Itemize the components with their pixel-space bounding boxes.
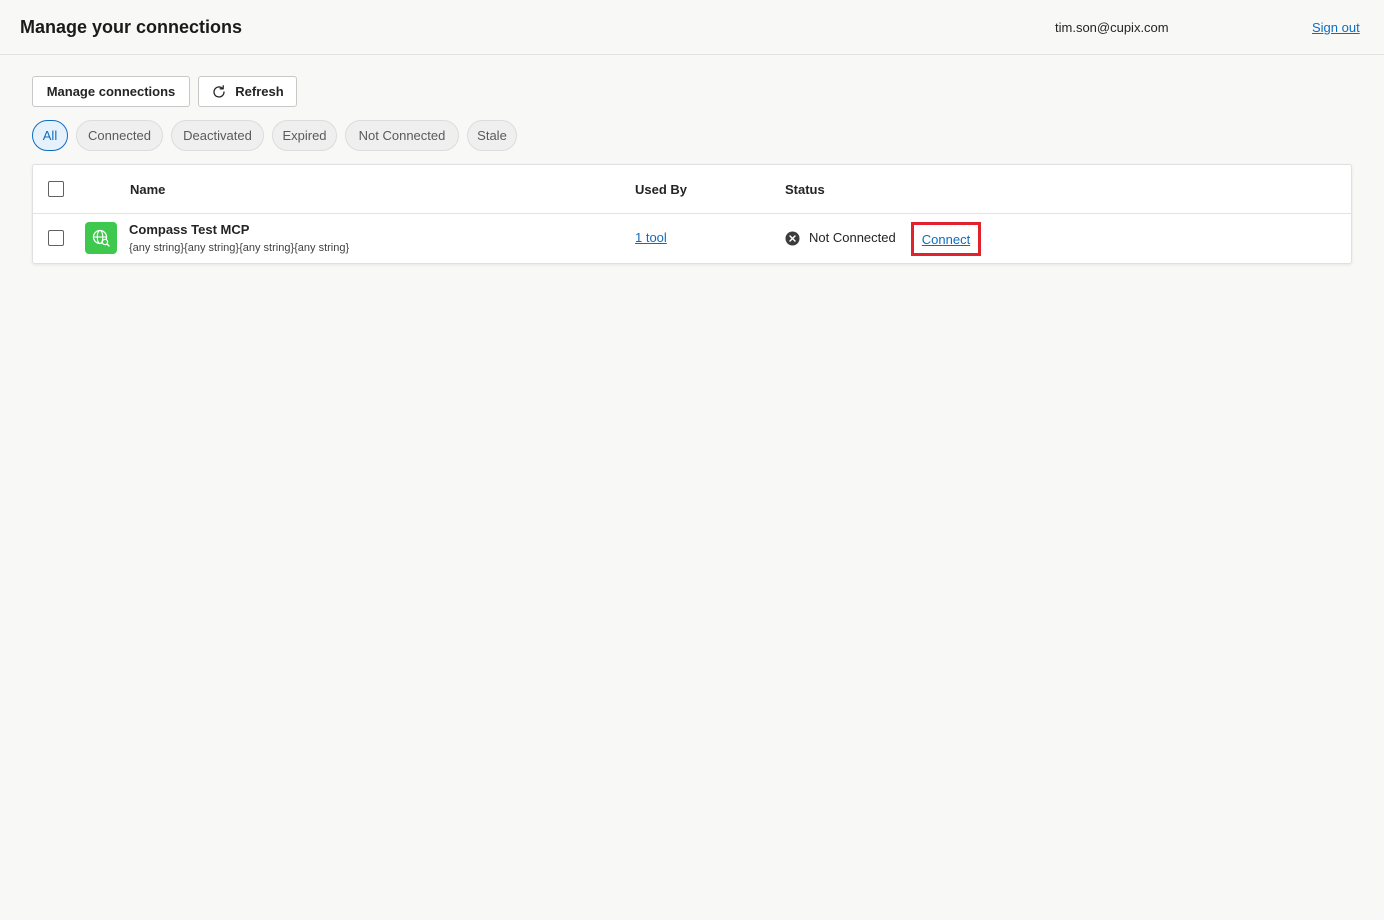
connect-label: Connect xyxy=(921,231,971,247)
column-header-used-by[interactable]: Used By xyxy=(635,182,687,197)
filter-connected[interactable]: Connected xyxy=(76,120,163,151)
refresh-label: Refresh xyxy=(235,84,284,99)
sign-out-link[interactable]: Sign out xyxy=(1312,20,1360,35)
table-row: Compass Test MCP {any string}{any string… xyxy=(33,214,1351,263)
connect-link[interactable]: Connect xyxy=(911,222,981,256)
table-header: Name Used By Status xyxy=(33,165,1351,214)
not-connected-icon xyxy=(785,231,800,246)
filter-deactivated[interactable]: Deactivated xyxy=(171,120,264,151)
manage-connections-button[interactable]: Manage connections xyxy=(32,76,190,107)
manage-connections-label: Manage connections xyxy=(46,84,176,99)
filter-stale[interactable]: Stale xyxy=(467,120,517,151)
filter-not-connected[interactable]: Not Connected xyxy=(345,120,459,151)
page-title: Manage your connections xyxy=(20,17,243,37)
column-header-status[interactable]: Status xyxy=(785,182,825,197)
refresh-button[interactable]: Refresh xyxy=(198,76,297,107)
page-header: Manage your connections tim.son@cupix.co… xyxy=(0,0,1384,55)
globe-search-icon xyxy=(85,222,117,254)
status-text: Not Connected xyxy=(809,230,896,245)
user-email: tim.son@cupix.com xyxy=(1055,20,1169,35)
filter-expired[interactable]: Expired xyxy=(272,120,337,151)
connections-table: Name Used By Status Compass Test MCP {an… xyxy=(32,164,1352,264)
connection-subtitle: {any string}{any string}{any string}{any… xyxy=(129,242,350,254)
column-header-name[interactable]: Name xyxy=(130,182,165,197)
connection-name: Compass Test MCP xyxy=(129,222,250,237)
select-all-checkbox[interactable] xyxy=(48,181,64,197)
refresh-icon xyxy=(211,84,227,100)
used-by-link[interactable]: 1 tool xyxy=(635,230,667,245)
row-checkbox[interactable] xyxy=(48,230,64,246)
filter-all[interactable]: All xyxy=(32,120,68,151)
